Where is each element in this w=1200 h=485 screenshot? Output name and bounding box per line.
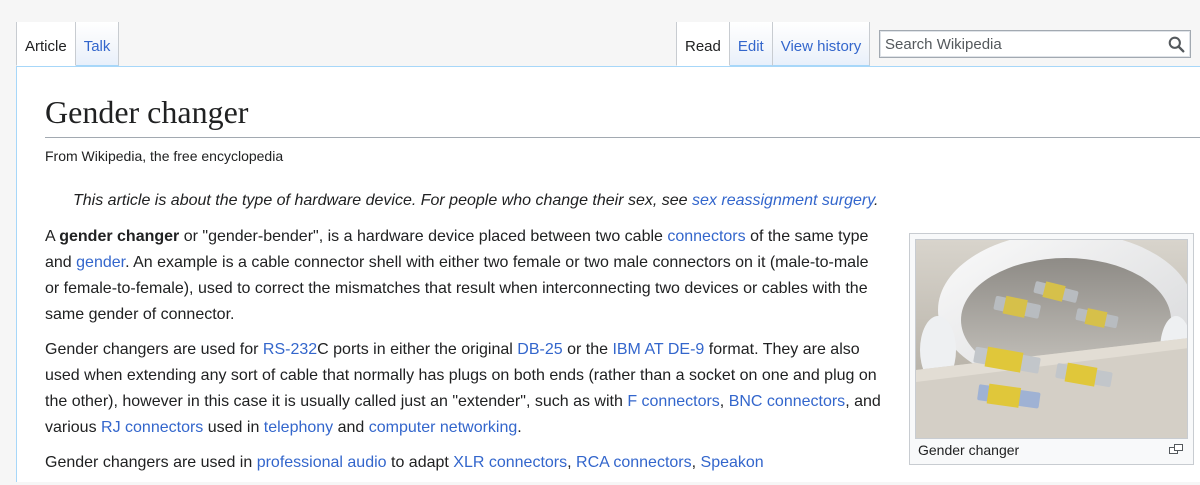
search-box xyxy=(879,30,1191,58)
article-body: A gender changer or "gender-bender", is … xyxy=(45,224,885,485)
search-icon[interactable] xyxy=(1168,36,1185,53)
tab-read-label: Read xyxy=(685,38,721,55)
text: , xyxy=(691,454,701,471)
gender-changers-photo xyxy=(916,240,1187,438)
paragraph-audio: Gender changers are used in professional… xyxy=(45,450,885,476)
text: , xyxy=(719,393,729,410)
thumbnail-box: Gender changer xyxy=(909,233,1194,465)
namespace-tabs: Article Talk xyxy=(16,22,120,66)
hatnote-end: . xyxy=(874,192,879,209)
link-rj-connectors[interactable]: RJ connectors xyxy=(101,419,203,436)
text: to adapt xyxy=(386,454,454,471)
link-db25[interactable]: DB-25 xyxy=(517,341,562,358)
view-tabs: Read Edit View history xyxy=(676,22,871,66)
hatnote-text: This article is about the type of hardwa… xyxy=(73,192,693,209)
tab-article-label: Article xyxy=(25,38,67,55)
thumbnail-caption: Gender changer xyxy=(918,442,1020,458)
hatnote: This article is about the type of hardwa… xyxy=(73,191,878,211)
link-professional-audio[interactable]: professional audio xyxy=(257,454,387,471)
tab-talk[interactable]: Talk xyxy=(75,22,120,66)
tab-talk-label: Talk xyxy=(83,38,111,55)
site-tagline: From Wikipedia, the free encyclopedia xyxy=(45,148,284,164)
text: C ports in either the original xyxy=(317,341,518,358)
link-f-connectors[interactable]: F connectors xyxy=(627,393,719,410)
link-telephony[interactable]: telephony xyxy=(264,419,333,436)
content-area: Gender changer From Wikipedia, the free … xyxy=(16,66,1200,482)
hatnote-link[interactable]: sex reassignment surgery xyxy=(692,192,874,209)
thumbnail-image[interactable] xyxy=(915,239,1188,439)
text: . An example is a cable connector shell … xyxy=(45,254,869,323)
tab-read[interactable]: Read xyxy=(676,22,730,66)
text: and xyxy=(333,419,369,436)
search-input[interactable] xyxy=(880,31,1155,57)
tab-view-history-label: View history xyxy=(780,38,862,55)
tab-view-history[interactable]: View history xyxy=(772,22,871,66)
link-speakon[interactable]: Speakon xyxy=(701,454,764,471)
text: or the xyxy=(562,341,613,358)
text: used in xyxy=(203,419,264,436)
link-bnc-connectors[interactable]: BNC connectors xyxy=(729,393,846,410)
text: Gender changers are used in xyxy=(45,454,257,471)
link-ibm-at-de9[interactable]: IBM AT DE-9 xyxy=(612,341,704,358)
bold-term: gender changer xyxy=(59,228,180,245)
tab-edit-label: Edit xyxy=(737,38,764,55)
link-gender[interactable]: gender xyxy=(76,254,125,271)
link-computer-networking[interactable]: computer networking xyxy=(369,419,518,436)
link-connectors[interactable]: connectors xyxy=(667,228,745,245)
paragraph-usage: Gender changers are used for RS-232C por… xyxy=(45,337,885,441)
text: or "gender-bender", is a hardware device… xyxy=(179,228,668,245)
paragraph-intro: A gender changer or "gender-bender", is … xyxy=(45,224,885,328)
link-xlr-connectors[interactable]: XLR connectors xyxy=(453,454,567,471)
text: , xyxy=(567,454,577,471)
link-rca-connectors[interactable]: RCA connectors xyxy=(576,454,692,471)
text: . xyxy=(517,419,522,436)
link-rs232[interactable]: RS-232 xyxy=(263,341,317,358)
page-title: Gender changer xyxy=(45,93,1200,139)
text: A xyxy=(45,228,60,245)
enlarge-icon[interactable] xyxy=(1169,444,1183,455)
tab-article[interactable]: Article xyxy=(16,22,76,66)
text: Gender changers are used for xyxy=(45,341,263,358)
tab-edit[interactable]: Edit xyxy=(729,22,773,66)
